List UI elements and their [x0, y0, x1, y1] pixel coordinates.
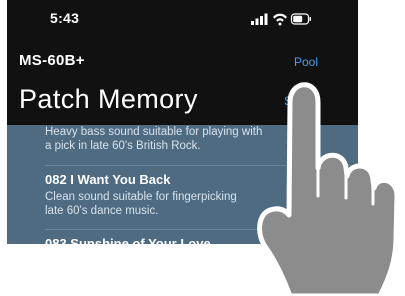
- list-item[interactable]: Heavy bass sound suitable for playing wi…: [7, 125, 358, 169]
- list-item[interactable]: 082 I Want You Back Clean sound suitable…: [7, 166, 358, 221]
- device-name: MS-60B+: [19, 52, 85, 69]
- patch-description-line: Clean sound suitable for fingerpicking: [45, 191, 237, 203]
- status-icons-svg: [251, 13, 311, 26]
- patch-description-line: late 60's dance music.: [45, 205, 159, 217]
- patch-list[interactable]: Heavy bass sound suitable for playing wi…: [7, 125, 358, 244]
- patch-description-line: a pick in late 60's British Rock.: [45, 140, 201, 152]
- battery-icon: [290, 13, 311, 25]
- patch-title: 083 Sunshine of Your Love: [45, 236, 211, 244]
- status-icons: [251, 12, 311, 26]
- status-time: 5:43: [50, 10, 80, 26]
- list-item[interactable]: 083 Sunshine of Your Love: [7, 230, 358, 244]
- cellular-signal-icon: [251, 13, 268, 25]
- phone-screen: 5:43 MS-60B+ Pool Patch Memory S Heavy b…: [7, 0, 358, 244]
- patch-description-line: Heavy bass sound suitable for playing wi…: [45, 126, 263, 138]
- patch-title: 082 I Want You Back: [45, 172, 171, 187]
- page-title: Patch Memory: [19, 84, 198, 114]
- nav-secondary-button[interactable]: S: [284, 94, 292, 108]
- wifi-icon: [273, 13, 287, 26]
- pool-button[interactable]: Pool: [294, 55, 318, 69]
